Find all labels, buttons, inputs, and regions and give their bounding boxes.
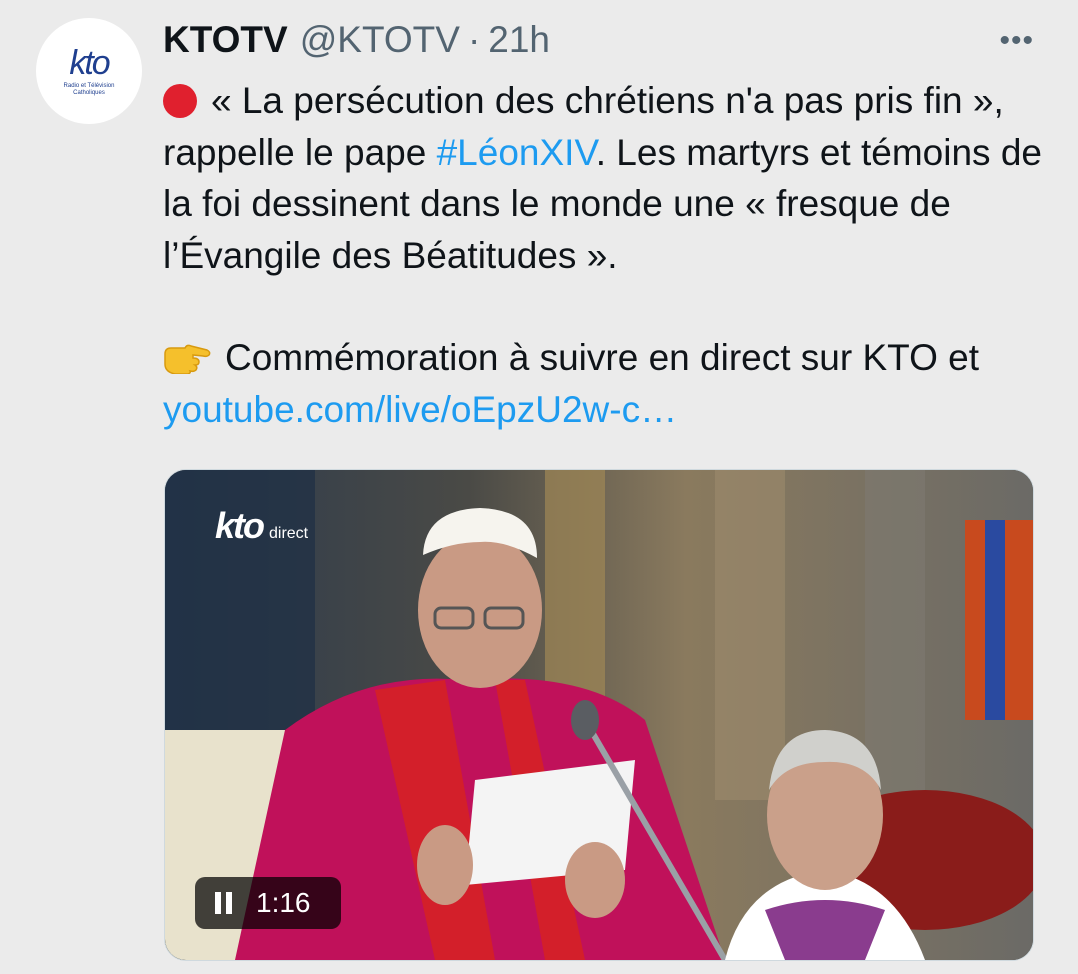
pause-icon[interactable]	[215, 892, 232, 914]
tweet-paragraph-2: Commémoration à suivre en direct sur KTO…	[163, 332, 1043, 435]
embedded-video[interactable]: kto direct 1:16	[164, 469, 1034, 961]
tweet-paragraph-1: « La persécution des chrétiens n'a pas p…	[163, 75, 1043, 281]
youtube-link[interactable]: youtube.com/live/oEpzU2w-c…	[163, 389, 677, 430]
watermark-direct-label: direct	[269, 525, 309, 542]
red-circle-icon	[163, 84, 197, 118]
pointing-hand-icon	[164, 344, 211, 374]
kto-logo: kto	[69, 43, 110, 82]
tweet-text: « La persécution des chrétiens n'a pas p…	[163, 75, 1043, 435]
tweet-time[interactable]: 21h	[488, 19, 550, 61]
kto-logo-subtitle: Radio et Télévision Catholiques	[63, 82, 115, 96]
watermark-logo: kto	[215, 505, 265, 546]
video-watermark: kto direct	[215, 505, 308, 547]
tweet-header: KTOTV @KTOTV · 21h	[163, 14, 550, 66]
author-avatar[interactable]: kto Radio et Télévision Catholiques	[36, 18, 142, 124]
author-name[interactable]: KTOTV	[163, 19, 288, 61]
hashtag-link[interactable]: #LéonXIV	[437, 132, 596, 173]
video-playback-control[interactable]: 1:16	[195, 877, 341, 929]
more-options-icon[interactable]: •••	[999, 26, 1034, 56]
header-separator: ·	[467, 19, 481, 60]
tweet-text-part-3: Commémoration à suivre en direct sur KTO…	[225, 337, 979, 378]
author-handle[interactable]: @KTOTV	[300, 19, 460, 61]
video-time: 1:16	[256, 887, 311, 918]
